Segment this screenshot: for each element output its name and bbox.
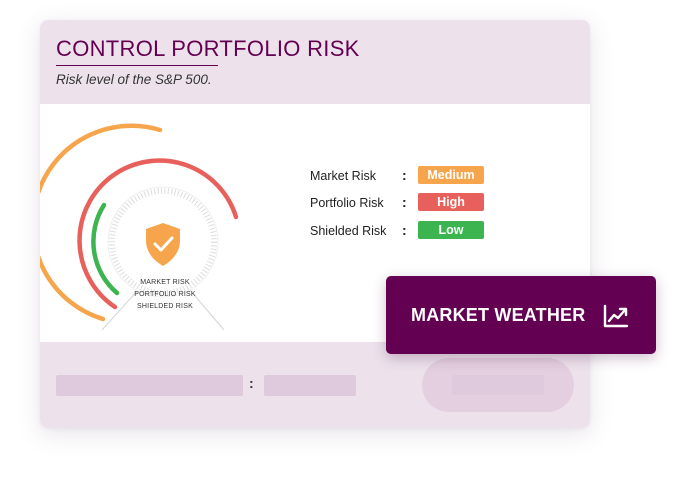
page-subtitle: Risk level of the S&P 500. [56,72,212,87]
risk-separator: : [402,194,407,210]
gauge-label-shielded: SHIELDED RISK [137,303,193,310]
status-badge-low: Low [418,221,484,239]
title-underline [56,65,218,66]
market-weather-button[interactable]: MARKET WEATHER [386,276,656,354]
risk-label: Shielded Risk [310,224,387,238]
market-weather-label: MARKET WEATHER [411,305,586,325]
risk-label: Portfolio Risk [310,196,384,210]
chart-trend-icon [603,304,629,328]
placeholder-button[interactable] [422,358,574,412]
page-title: CONTROL PORTFOLIO RISK [56,36,360,61]
gauge-label-market: MARKET RISK [140,279,190,286]
placeholder-field-left [56,375,243,396]
card-header: CONTROL PORTFOLIO RISK Risk level of the… [40,20,590,104]
status-badge-high: High [418,193,484,211]
risk-separator: : [402,222,407,238]
risk-card: CONTROL PORTFOLIO RISK Risk level of the… [40,20,590,428]
status-badge-medium: Medium [418,166,484,184]
risk-separator: : [402,167,407,183]
footer-separator: : [249,375,254,391]
risk-label: Market Risk [310,169,376,183]
placeholder-button-label [452,375,544,395]
placeholder-field-right [264,375,356,396]
card-footer: : [40,342,590,428]
gauge-label-portfolio: PORTFOLIO RISK [134,291,196,298]
